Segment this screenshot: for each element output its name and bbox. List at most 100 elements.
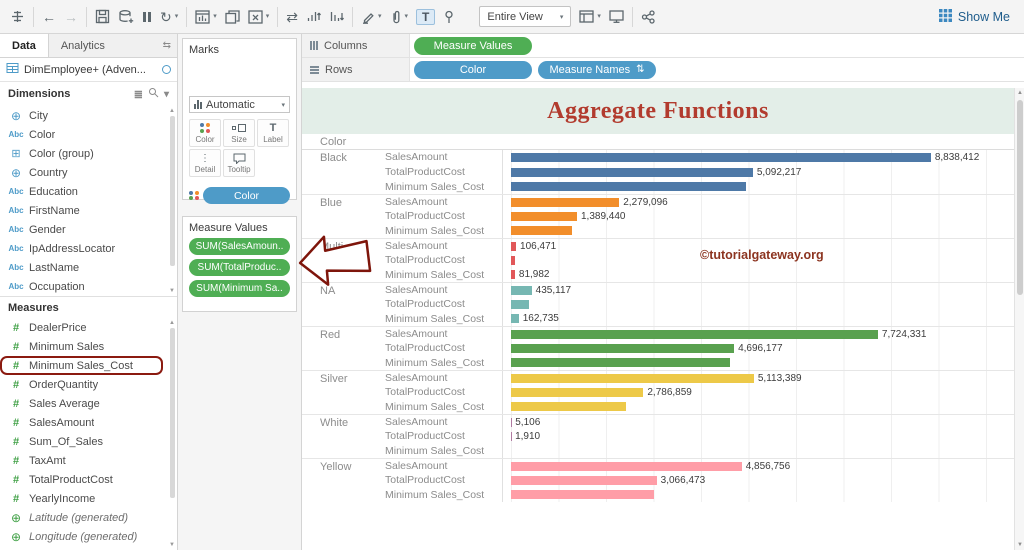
fix-axes-button[interactable]	[443, 10, 455, 24]
bar-blue-salesamount[interactable]	[511, 197, 620, 207]
dimension-field-occupation[interactable]: Abc Occupation	[0, 277, 177, 296]
show-me-icon	[938, 8, 952, 25]
bar-multi-minimum-sales-cost[interactable]	[511, 270, 515, 280]
measure-field-totalproductcost[interactable]: # TotalProductCost	[0, 470, 177, 489]
bar-silver-salesamount[interactable]	[511, 373, 754, 383]
dimension-field-firstname[interactable]: Abc FirstName	[0, 201, 177, 220]
dimension-field-city[interactable]: ⊕ City	[0, 106, 177, 125]
bar-value-label: 4,696,177	[738, 342, 783, 354]
bar-blue-totalproductcost[interactable]	[511, 211, 577, 221]
size-button[interactable]: Size	[223, 119, 255, 147]
scroll-up-icon[interactable]: ▲	[169, 108, 175, 114]
redo-button[interactable]: →	[64, 10, 78, 24]
measure-field-salesamount[interactable]: # SalesAmount	[0, 413, 177, 432]
dimension-field-lastname[interactable]: Abc LastName	[0, 258, 177, 277]
bar-yellow-totalproductcost[interactable]	[511, 475, 657, 485]
highlight-button[interactable]: ▾	[361, 10, 382, 24]
vertical-scrollbar[interactable]: ▲ ▼	[1014, 88, 1024, 550]
bar-blue-minimum-sales-cost[interactable]	[511, 226, 572, 236]
color-button[interactable]: Color	[189, 119, 221, 147]
bar-black-totalproductcost[interactable]	[511, 167, 753, 177]
bar-black-minimum-sales-cost[interactable]	[511, 182, 747, 192]
scroll-up-icon[interactable]: ▲	[169, 320, 175, 326]
bar-silver-totalproductcost[interactable]	[511, 387, 644, 397]
measure-values-pill-sum-minimum-sa[interactable]: SUM(Minimum Sa..	[189, 280, 290, 297]
dimensions-caret-icon[interactable]: ▾	[164, 89, 169, 100]
dimension-field-color-group[interactable]: ⊞ Color (group)	[0, 144, 177, 163]
clear-sheet-button[interactable]: ▾	[248, 9, 269, 24]
measure-field-dealerprice[interactable]: # DealerPrice	[0, 318, 177, 337]
presentation-mode-button[interactable]	[609, 10, 624, 23]
dimension-field-gender[interactable]: Abc Gender	[0, 220, 177, 239]
scroll-down-icon[interactable]: ▼	[169, 542, 175, 548]
detail-button[interactable]: ⋮ Detail	[189, 149, 221, 177]
find-field-icon[interactable]	[148, 87, 159, 101]
measure-field-sales-average[interactable]: # Sales Average	[0, 394, 177, 413]
show-hide-cards-button[interactable]: ▾	[579, 10, 601, 23]
measure-field-minimum-sales[interactable]: # Minimum Sales	[0, 337, 177, 356]
measure-field-sum-of-sales[interactable]: # Sum_Of_Sales	[0, 432, 177, 451]
shelf-pill-color[interactable]: Color	[414, 60, 532, 79]
dimension-field-ipaddresslocator[interactable]: Abc IpAddressLocator	[0, 239, 177, 258]
measure-values-pill-sum-totalproduc[interactable]: SUM(TotalProduc..	[189, 259, 290, 276]
bar-na-salesamount[interactable]	[511, 285, 532, 295]
bar-red-totalproductcost[interactable]	[511, 343, 735, 353]
measure-field-latitude-generated[interactable]: ⊕ Latitude (generated)	[0, 508, 177, 527]
fit-view-select[interactable]: Entire View ▾	[479, 6, 572, 27]
group-members-button[interactable]: ▾	[390, 10, 408, 24]
bar-na-minimum-sales-cost[interactable]	[511, 314, 519, 324]
duplicate-sheet-button[interactable]	[225, 9, 240, 24]
bar-yellow-minimum-sales-cost[interactable]	[511, 490, 654, 500]
swap-axes-button[interactable]: ⇄	[286, 10, 298, 24]
bar-multi-totalproductcost[interactable]	[511, 255, 516, 265]
measure-field-minimum-sales-cost[interactable]: # Minimum Sales_Cost	[0, 356, 163, 375]
sort-ascending-button[interactable]	[306, 10, 322, 23]
shelf-pill-measure-names[interactable]: Measure Names ⇅	[538, 60, 656, 79]
new-worksheet-button[interactable]: ▾	[195, 9, 217, 24]
datasource-item[interactable]: DimEmployee+ (Adven...	[0, 58, 177, 82]
pause-updates-button[interactable]	[142, 11, 152, 23]
scrollbar-thumb[interactable]	[170, 328, 175, 498]
undo-button[interactable]: ←	[42, 10, 56, 24]
run-updates-button[interactable]: ↻ ▾	[160, 10, 178, 24]
shelf-pill-measure-values[interactable]: Measure Values	[414, 36, 532, 55]
share-workbook-button[interactable]	[641, 9, 655, 24]
tab-analytics[interactable]: Analytics	[49, 34, 117, 57]
scrollbar-thumb[interactable]	[1017, 100, 1023, 295]
dimension-field-country[interactable]: ⊕ Country	[0, 163, 177, 182]
show-mark-labels-button[interactable]: T	[416, 8, 436, 25]
bar-black-salesamount[interactable]	[511, 152, 931, 162]
scroll-down-icon[interactable]: ▼	[169, 288, 175, 294]
tooltip-button[interactable]: Tooltip	[223, 149, 255, 177]
view-menu-icon[interactable]: ≣	[134, 88, 143, 101]
show-me-button[interactable]: Show Me	[938, 8, 1014, 25]
measure-field-yearlyincome[interactable]: # YearlyIncome	[0, 489, 177, 508]
plot-black: 8,838,412 5,092,217	[502, 150, 1014, 194]
label-button[interactable]: T Label	[257, 119, 289, 147]
tab-data[interactable]: Data	[0, 34, 49, 57]
scroll-down-icon[interactable]: ▼	[1015, 540, 1024, 550]
dimension-field-education[interactable]: Abc Education	[0, 182, 177, 201]
measure-row-labels: SalesAmount TotalProductCost Minimum Sales…	[380, 150, 502, 194]
scrollbar-thumb[interactable]	[170, 116, 175, 266]
mark-type-dropdown[interactable]: Automatic ▾	[189, 96, 290, 113]
new-datasource-button[interactable]	[118, 9, 134, 24]
bar-multi-salesamount[interactable]	[511, 241, 517, 251]
bar-silver-minimum-sales-cost[interactable]	[511, 402, 626, 412]
measure-field-taxamt[interactable]: # TaxAmt	[0, 451, 177, 470]
sort-icon[interactable]: ⇅	[636, 64, 644, 75]
bar-red-minimum-sales-cost[interactable]	[511, 358, 730, 368]
measure-field-orderquantity[interactable]: # OrderQuantity	[0, 375, 177, 394]
bar-yellow-salesamount[interactable]	[511, 461, 742, 471]
save-button[interactable]	[95, 9, 110, 24]
color-pill[interactable]: Color	[203, 187, 290, 204]
measure-field-number-of-records[interactable]: =#Number of Records	[0, 546, 177, 550]
measure-values-pill-sum-salesamoun[interactable]: SUM(SalesAmoun..	[189, 238, 290, 255]
bar-na-totalproductcost[interactable]	[511, 299, 530, 309]
measure-field-longitude-generated[interactable]: ⊕ Longitude (generated)	[0, 527, 177, 546]
bar-red-salesamount[interactable]	[511, 329, 878, 339]
dimension-field-color[interactable]: Abc Color	[0, 125, 177, 144]
sort-descending-button[interactable]	[329, 10, 345, 23]
pane-options-icon[interactable]: ⇆	[157, 34, 177, 57]
scroll-up-icon[interactable]: ▲	[1015, 88, 1024, 98]
